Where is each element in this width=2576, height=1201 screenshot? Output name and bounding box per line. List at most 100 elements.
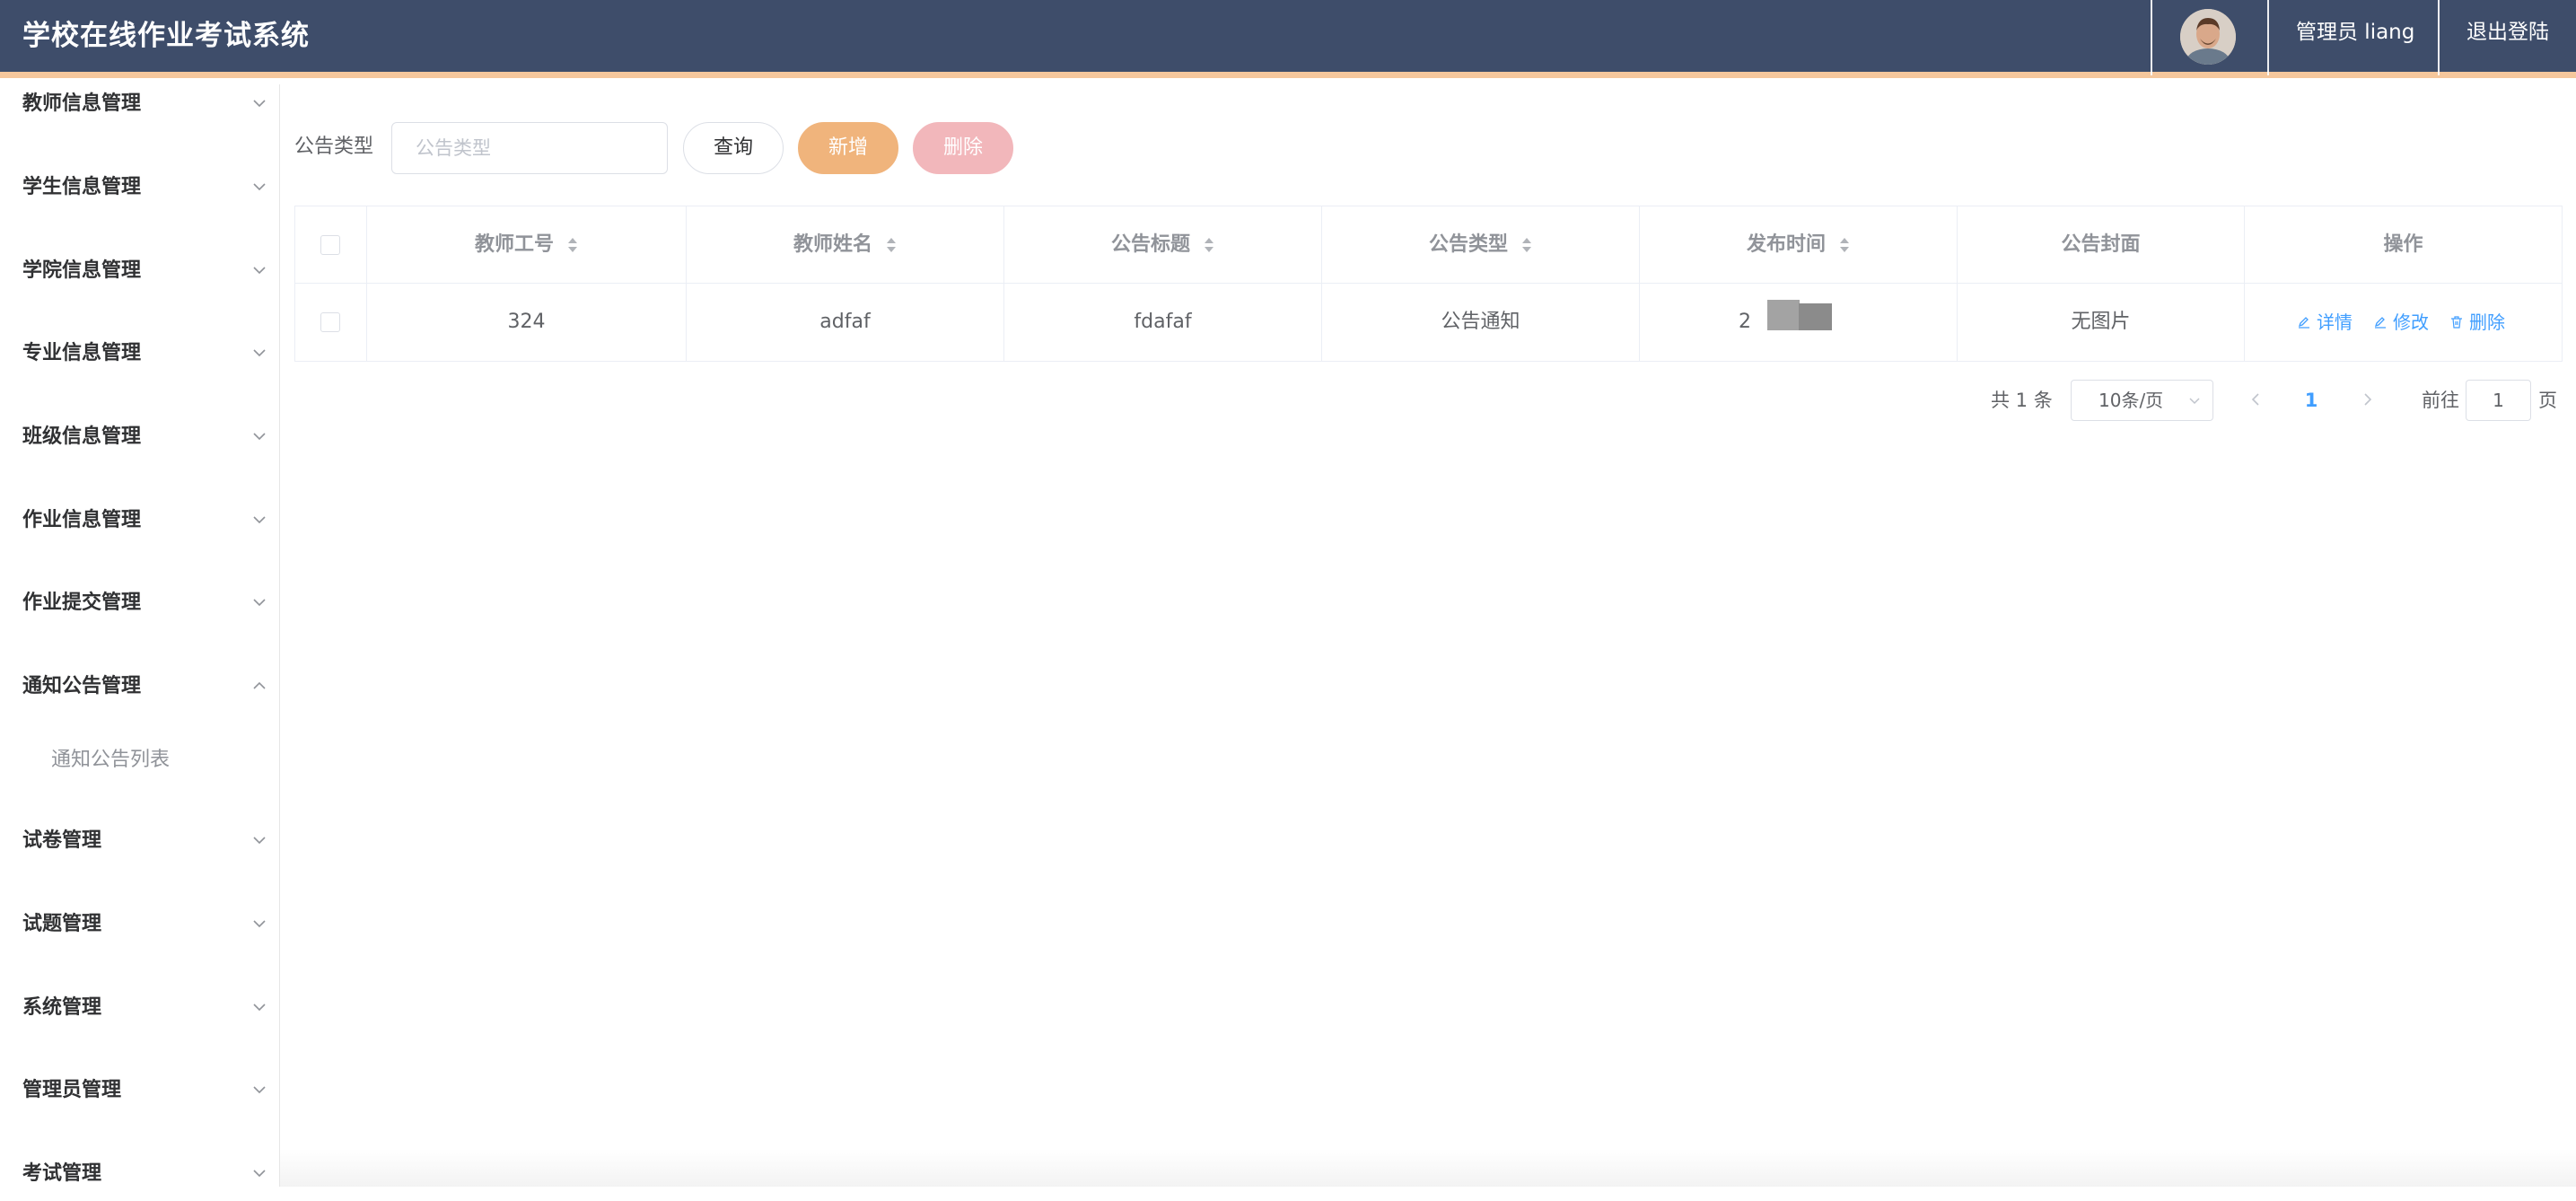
column-header-label: 教师姓名 [793, 233, 872, 256]
add-button[interactable]: 新增 [798, 122, 898, 174]
sidebar-menu: 教师信息管理 学生信息管理 学院信息管理 专业信息管理 班级信息管理 作业信息管… [0, 84, 280, 1187]
sidebar-item-homework[interactable]: 作业信息管理 [0, 494, 280, 548]
notice-table: 教师工号 教师姓名 公告标题 公告类型 发布时间 公告封面 操作 324 adf… [294, 206, 2563, 362]
column-header-teacher-id[interactable]: 教师工号 [367, 206, 687, 284]
sidebar-item-notice[interactable]: 通知公告管理 [0, 660, 280, 714]
sidebar-item-label: 管理员管理 [22, 1079, 122, 1101]
redaction-block [1799, 303, 1832, 330]
column-header-title[interactable]: 公告标题 [1004, 206, 1322, 284]
chevron-down-icon [253, 349, 266, 357]
column-header-publish-time[interactable]: 发布时间 [1640, 206, 1958, 284]
sidebar-item-label: 试卷管理 [22, 829, 102, 852]
avatar-image [2180, 9, 2236, 65]
chevron-down-icon [253, 1004, 266, 1012]
cell-teacher-id: 324 [367, 284, 687, 361]
sidebar-item-label: 作业信息管理 [22, 509, 142, 531]
sidebar-item-teacher[interactable]: 教师信息管理 [0, 77, 280, 131]
header-divider [2267, 0, 2269, 75]
delete-link-label: 删除 [2469, 311, 2505, 333]
table-row: 324 adfaf fdafaf 公告通知 2 无图片 详情 修改 删除 [295, 284, 2562, 361]
chevron-down-icon [253, 837, 266, 845]
cell-teacher-name: adfaf [687, 284, 1004, 361]
sidebar-item-admin[interactable]: 管理员管理 [0, 1064, 280, 1118]
sidebar-item-exam[interactable]: 考试管理 [0, 1147, 280, 1201]
sidebar-item-major[interactable]: 专业信息管理 [0, 327, 280, 381]
header-divider [2438, 0, 2440, 75]
cell-type: 公告通知 [1322, 284, 1640, 361]
chevron-down-icon [2189, 398, 2200, 405]
sidebar-item-paper[interactable]: 试卷管理 [0, 814, 280, 868]
sidebar-item-label: 通知公告管理 [22, 675, 142, 697]
detail-link-label: 详情 [2317, 311, 2353, 333]
sidebar-item-college[interactable]: 学院信息管理 [0, 244, 280, 298]
table-header-row: 教师工号 教师姓名 公告标题 公告类型 发布时间 公告封面 操作 [295, 206, 2562, 284]
sidebar-item-question[interactable]: 试题管理 [0, 898, 280, 951]
sidebar-item-label: 教师信息管理 [22, 92, 142, 115]
cell-actions: 详情 修改 删除 [2245, 284, 2562, 361]
user-name-label[interactable]: 管理员 liang [2296, 0, 2414, 65]
sidebar-item-label: 学生信息管理 [22, 176, 142, 198]
user-avatar[interactable] [2180, 9, 2236, 65]
select-all-checkbox[interactable] [320, 235, 340, 255]
sidebar-item-class[interactable]: 班级信息管理 [0, 410, 280, 464]
cell-text: fdafaf [1134, 311, 1192, 333]
trash-icon [2451, 315, 2462, 329]
edit-icon [2298, 316, 2309, 329]
sidebar-item-homework-submit[interactable]: 作业提交管理 [0, 576, 280, 630]
batch-delete-button[interactable]: 删除 [913, 122, 1013, 174]
sidebar-item-student[interactable]: 学生信息管理 [0, 161, 280, 215]
column-header-teacher-name[interactable]: 教师姓名 [687, 206, 1004, 284]
filter-label: 公告类型 [294, 136, 374, 158]
page-size-select[interactable]: 10条/页 [2071, 380, 2213, 421]
redaction-block [1767, 300, 1800, 330]
sidebar-item-system[interactable]: 系统管理 [0, 981, 280, 1035]
detail-link[interactable]: 详情 [2297, 284, 2353, 361]
edit-link-label: 修改 [2393, 311, 2429, 333]
chevron-down-icon [253, 920, 266, 928]
sidebar-item-label: 学院信息管理 [22, 259, 142, 282]
sort-icon[interactable] [1204, 235, 1214, 255]
next-page-icon[interactable] [2358, 390, 2378, 409]
page-suffix-label: 页 [2538, 390, 2557, 411]
goto-page-input[interactable] [2466, 380, 2531, 421]
select-all-cell [295, 206, 367, 284]
cell-text: 公告通知 [1441, 311, 1520, 333]
chevron-down-icon [253, 599, 266, 607]
header-divider [2151, 0, 2152, 75]
pagination-total: 共 1 条 [1991, 390, 2053, 411]
sidebar-item-label: 班级信息管理 [22, 425, 142, 448]
column-header-label: 公告类型 [1428, 233, 1508, 256]
sort-icon[interactable] [567, 235, 578, 255]
cell-text: 无图片 [2071, 311, 2131, 333]
goto-label: 前往 [2422, 390, 2459, 411]
column-header-label: 教师工号 [474, 233, 554, 256]
cell-text: adfaf [819, 311, 871, 333]
sort-icon[interactable] [886, 235, 897, 255]
column-header-cover: 公告封面 [1958, 206, 2245, 284]
bottom-shadow [280, 1149, 2576, 1187]
column-header-type[interactable]: 公告类型 [1322, 206, 1640, 284]
row-checkbox[interactable] [320, 312, 340, 332]
page-number-current[interactable]: 1 [2298, 375, 2325, 425]
cell-text: 2 [1739, 311, 1751, 333]
sort-icon[interactable] [1521, 235, 1532, 255]
cell-title: fdafaf [1004, 284, 1322, 361]
notice-type-input[interactable] [391, 122, 668, 174]
sidebar-item-label: 系统管理 [22, 996, 102, 1019]
edit-icon [2374, 316, 2386, 329]
chevron-down-icon [253, 1086, 266, 1094]
chevron-up-icon [253, 681, 266, 689]
edit-link[interactable]: 修改 [2373, 284, 2429, 361]
query-button[interactable]: 查询 [683, 122, 784, 174]
sidebar-subitem-notice-list[interactable]: 通知公告列表 [0, 733, 280, 787]
delete-link[interactable]: 删除 [2449, 284, 2505, 361]
chevron-down-icon [253, 267, 266, 275]
sidebar-item-label: 作业提交管理 [22, 592, 142, 614]
column-header-label: 发布时间 [1746, 233, 1826, 256]
prev-page-icon[interactable] [2246, 390, 2265, 409]
row-select-cell [295, 284, 367, 361]
logout-button[interactable]: 退出登陆 [2466, 0, 2549, 65]
sidebar-item-label: 考试管理 [22, 1162, 102, 1185]
sort-icon[interactable] [1839, 235, 1850, 255]
sidebar-subitem-label: 通知公告列表 [51, 749, 171, 771]
